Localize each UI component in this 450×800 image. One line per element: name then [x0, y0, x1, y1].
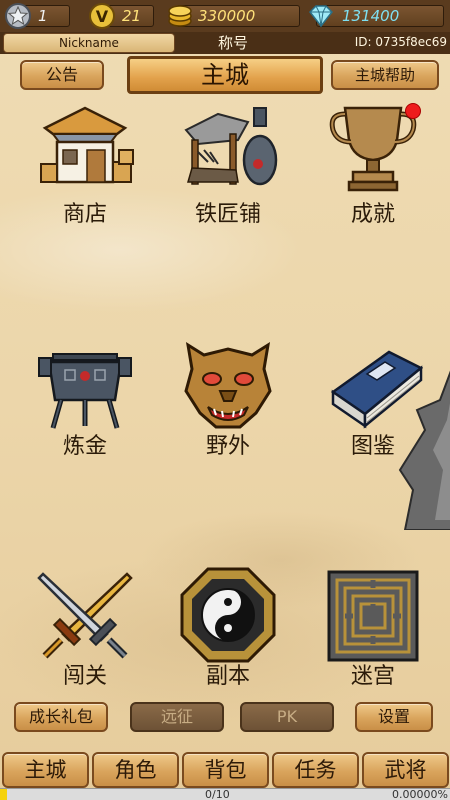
building-label: 铁匠铺 [194, 202, 261, 227]
expedition-button[interactable]: 远征 [130, 702, 224, 732]
nav-tab-main-city[interactable]: 主城 [2, 752, 89, 788]
blacksmith-icon [184, 107, 278, 186]
bottom-nav: 主城 角色 背包 任务 武将 [0, 752, 450, 788]
bagua-yinyang-icon [180, 567, 276, 663]
resource-bar: 1 V 21 330000 131400 [0, 0, 450, 32]
beast-mask-icon [184, 341, 272, 429]
experience-percent: 0.00000% [392, 788, 448, 800]
vip-value: 21 [122, 7, 142, 25]
rank-resource[interactable]: 1 [4, 3, 70, 29]
nav-tab-generals[interactable]: 武将 [362, 752, 449, 788]
player-title[interactable]: 称号 [205, 33, 261, 53]
building-wilderness[interactable]: 野外 [168, 335, 288, 485]
book-icon [330, 350, 423, 429]
cauldron-icon [38, 353, 132, 429]
building-codex[interactable]: 图鉴 [313, 340, 433, 490]
city-help-button[interactable]: 主城帮助 [331, 60, 439, 90]
pk-button[interactable]: PK [240, 702, 334, 732]
header-row: 公告 主城 主城帮助 [0, 56, 450, 96]
building-label: 野外 [205, 434, 250, 459]
building-dungeon[interactable]: 副本 [168, 565, 288, 715]
building-achievement[interactable]: 成就 [313, 100, 433, 250]
diamond-resource[interactable]: 131400 [306, 3, 444, 29]
crossed-swords-icon [37, 572, 133, 659]
diamond-icon [308, 5, 334, 28]
vip-badge-icon: V [89, 3, 115, 29]
action-row: 成长礼包 远征 PK 设置 [0, 700, 450, 736]
building-label: 商店 [62, 202, 107, 227]
building-challenge[interactable]: 闯关 [25, 570, 145, 720]
building-label: 副本 [205, 664, 250, 689]
experience-text: 0/10 [205, 788, 230, 800]
building-label: 成就 [350, 202, 395, 227]
shop-house-icon [40, 106, 134, 184]
vip-resource[interactable]: V 21 [88, 3, 154, 29]
building-blacksmith[interactable]: 铁匠铺 [168, 100, 288, 250]
star-rank-icon [5, 3, 31, 29]
settings-button[interactable]: 设置 [355, 702, 433, 732]
gold-resource[interactable]: 330000 [166, 3, 300, 29]
player-info-bar: Nickname 称号 ID: 0735f8ec69 [0, 32, 450, 54]
growth-pack-button[interactable]: 成长礼包 [14, 702, 108, 732]
building-shop[interactable]: 商店 [25, 100, 145, 250]
svg-text:V: V [96, 7, 109, 26]
player-id: ID: 0735f8ec69 [354, 35, 447, 49]
nav-tab-inventory[interactable]: 背包 [182, 752, 269, 788]
building-label: 迷宫 [350, 664, 395, 689]
nav-tab-quests[interactable]: 任务 [272, 752, 359, 788]
building-maze[interactable]: 迷宫 [313, 570, 433, 720]
building-alchemy[interactable]: 炼金 [25, 340, 145, 490]
nickname-label[interactable]: Nickname [3, 33, 175, 53]
achievement-notification-dot [405, 103, 421, 119]
experience-fill [0, 789, 7, 800]
maze-icon [327, 570, 419, 662]
building-label: 炼金 [62, 434, 107, 459]
notice-button[interactable]: 公告 [20, 60, 104, 90]
building-label: 图鉴 [350, 434, 395, 459]
experience-bar: 0/10 0.00000% [0, 788, 450, 800]
gold-coins-icon [168, 5, 192, 27]
building-label: 闯关 [62, 664, 107, 689]
page-title: 主城 [127, 56, 323, 94]
nav-tab-character[interactable]: 角色 [92, 752, 179, 788]
diamond-value: 131400 [342, 7, 400, 25]
gold-value: 330000 [198, 7, 256, 25]
rank-value: 1 [38, 7, 48, 25]
